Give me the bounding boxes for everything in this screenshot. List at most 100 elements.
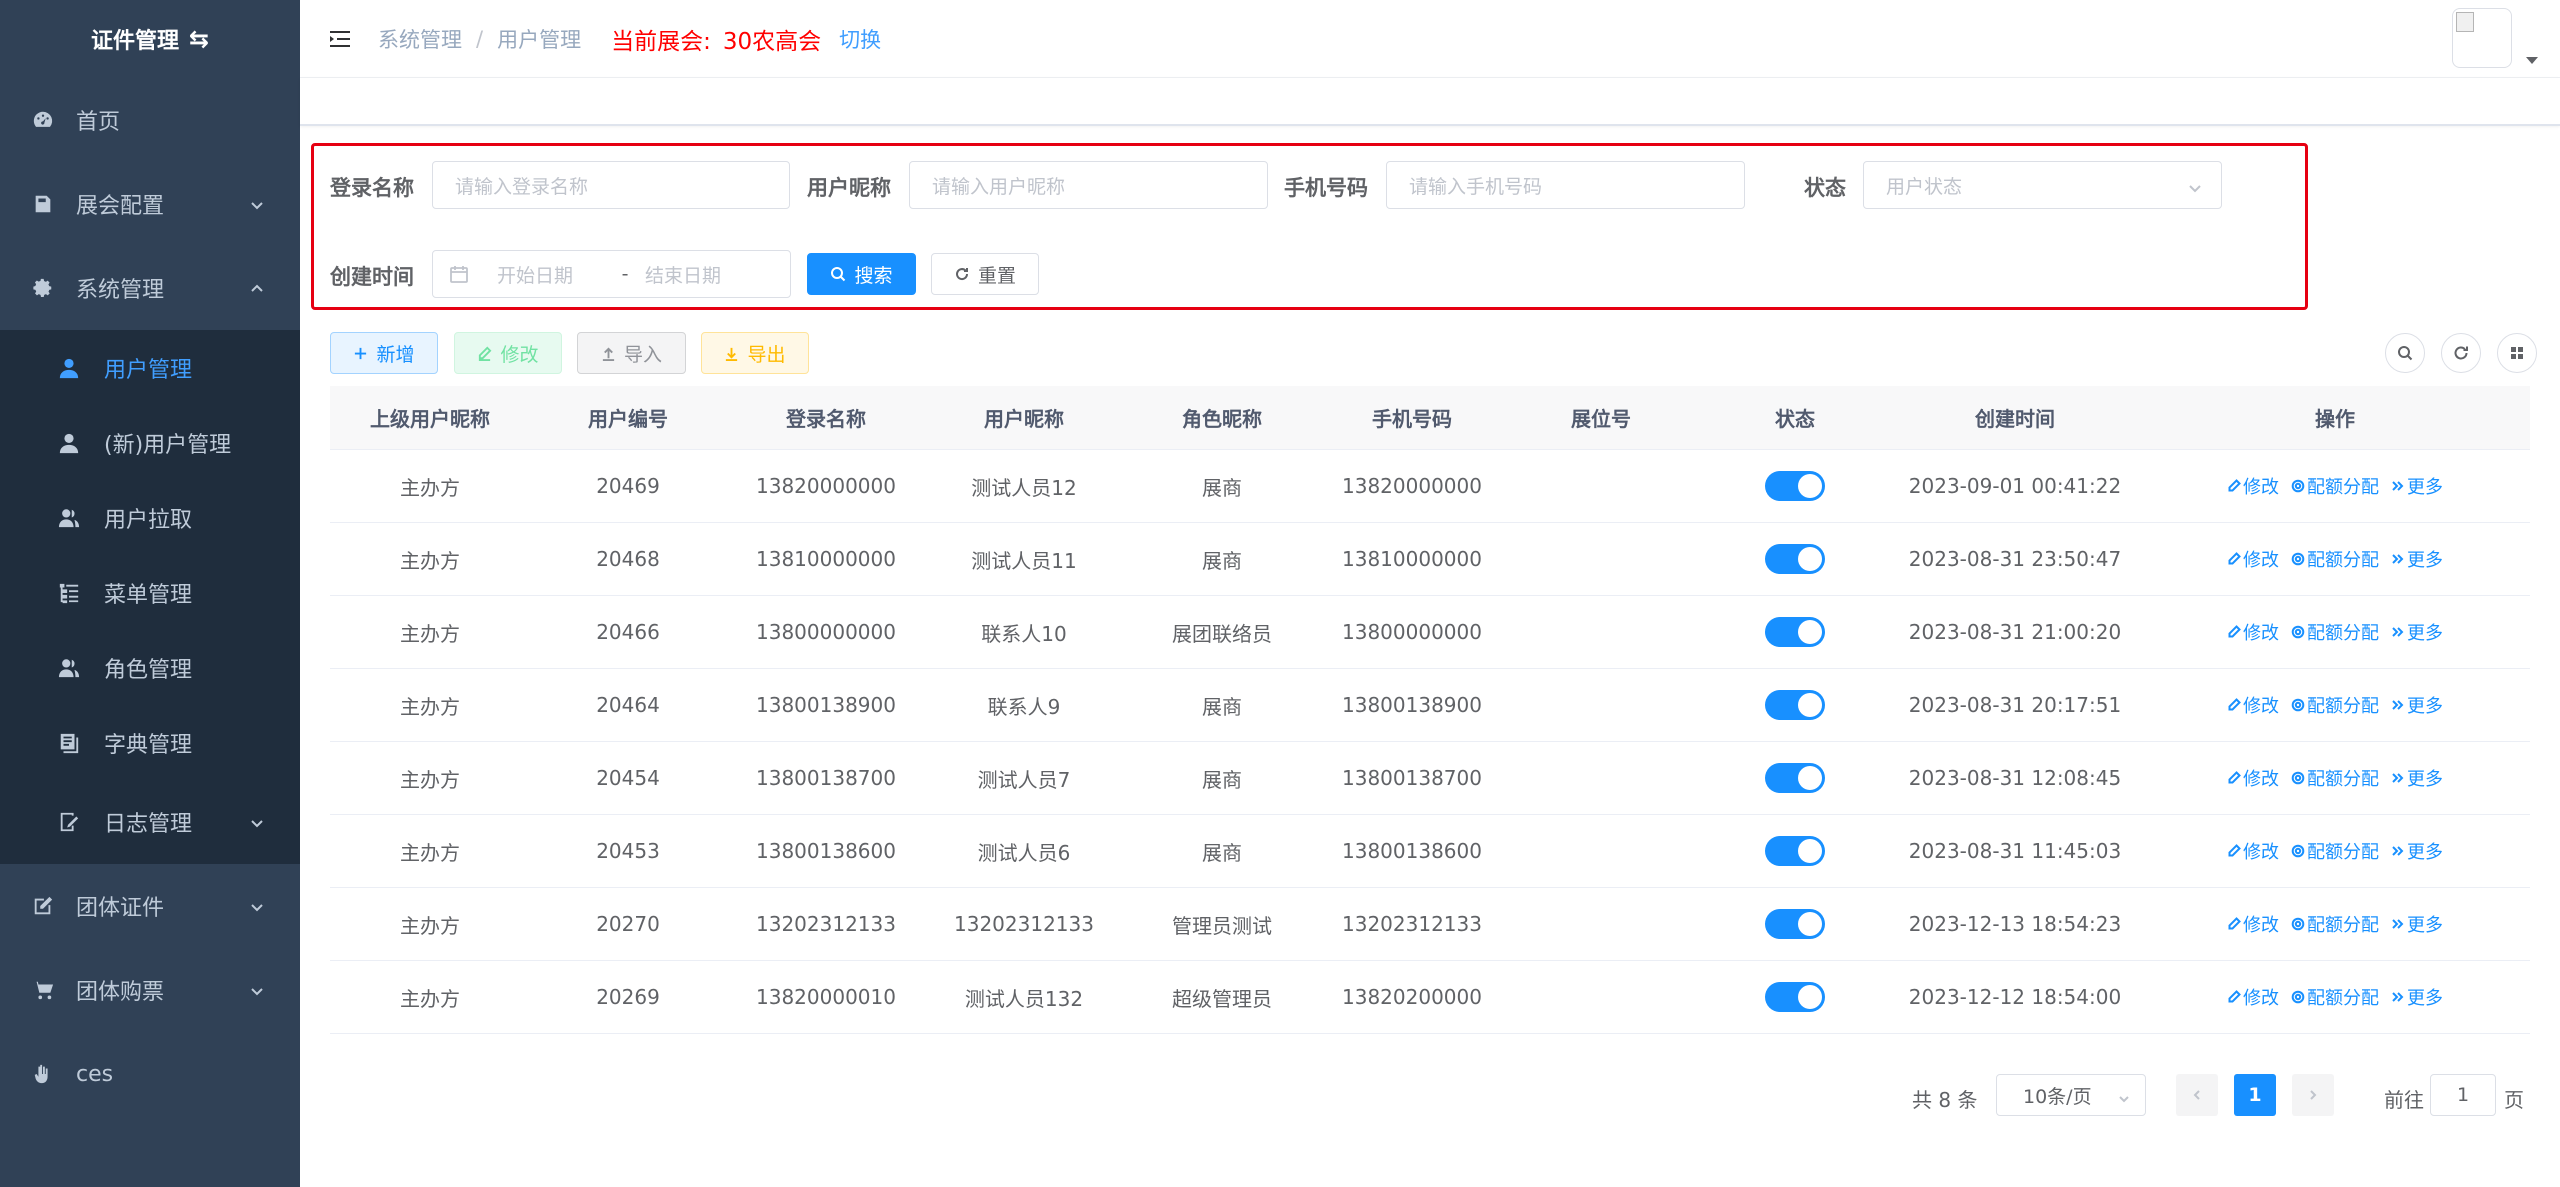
sidebar-item-menu-management[interactable]: 菜单管理	[0, 555, 300, 630]
sidebar-item-system[interactable]: 系统管理	[0, 246, 300, 330]
row-quota-button[interactable]: 配额分配	[2291, 546, 2379, 572]
row-edit-button[interactable]: 修改	[2227, 984, 2279, 1010]
row-edit-label: 修改	[2243, 988, 2279, 1009]
reset-button[interactable]: 重置	[931, 253, 1039, 295]
sidebar-item-user-management[interactable]: 用户管理	[0, 330, 300, 405]
row-more-button[interactable]: 更多	[2391, 546, 2443, 572]
folder-icon	[30, 191, 56, 217]
tree-table-icon	[58, 582, 80, 604]
status-switch[interactable]	[1765, 471, 1825, 501]
sidebar-item-expo-config[interactable]: 展会配置	[0, 162, 300, 246]
login-name-input[interactable]: 请输入登录名称	[432, 161, 790, 209]
row-quota-button[interactable]: 配额分配	[2291, 911, 2379, 937]
sidebar-item-label: 日志管理	[104, 812, 193, 837]
sidebar-item-user-pull[interactable]: 用户拉取	[0, 480, 300, 555]
row-edit-button[interactable]: 修改	[2227, 911, 2279, 937]
sidebar-item-label: (新)用户管理	[104, 432, 232, 458]
table-row[interactable]: 主办方 20468 13810000000 测试人员11 展商 13810000000 20…	[330, 523, 2530, 596]
sidebar-item-group-ticket[interactable]: 团体购票	[0, 948, 300, 1032]
row-quota-button[interactable]: 配额分配	[2291, 765, 2379, 791]
add-button[interactable]: 新增	[330, 332, 438, 374]
sidebar-item-home[interactable]: 首页	[0, 78, 300, 162]
nickname-input[interactable]: 请输入用户昵称	[909, 161, 1268, 209]
status-switch[interactable]	[1765, 544, 1825, 574]
sidebar-item-group-cert[interactable]: 团体证件	[0, 864, 300, 948]
page-size-select[interactable]: 10条/页	[1996, 1074, 2146, 1116]
refresh-table-button[interactable]	[2441, 333, 2481, 373]
actions-cell: 修改 配额分配 更多	[2140, 838, 2530, 864]
table-row[interactable]: 主办方 20454 13800138700 测试人员7 展商 13800138700 202…	[330, 742, 2530, 815]
created-date-range[interactable]: 开始日期 - 结束日期	[432, 250, 791, 298]
sidebar-item-role-management[interactable]: 角色管理	[0, 630, 300, 705]
status-switch[interactable]	[1765, 982, 1825, 1012]
table-row[interactable]: 主办方 20269 13820000010 测试人员132 超级管理员 138202000…	[330, 961, 2530, 1034]
row-quota-button[interactable]: 配额分配	[2291, 984, 2379, 1010]
table-row[interactable]: 主办方 20270 13202312133 13202312133 管理员测试 13202…	[330, 888, 2530, 961]
toggle-search-button[interactable]	[2385, 333, 2425, 373]
switch-expo-link[interactable]: 切换	[839, 24, 881, 54]
row-more-button[interactable]: 更多	[2391, 692, 2443, 718]
row-edit-button[interactable]: 修改	[2227, 473, 2279, 499]
next-page-button[interactable]	[2292, 1074, 2334, 1116]
row-quota-button[interactable]: 配额分配	[2291, 838, 2379, 864]
hamburger-icon[interactable]	[326, 25, 354, 53]
login-name-cell: 13820000000	[756, 474, 896, 498]
user-dropdown[interactable]	[2452, 8, 2538, 68]
phone-input[interactable]: 请输入手机号码	[1386, 161, 1745, 209]
sidebar-item-ces[interactable]: ces	[0, 1032, 300, 1116]
row-more-button[interactable]: 更多	[2391, 619, 2443, 645]
user-icon	[58, 432, 80, 454]
prev-page-button[interactable]	[2176, 1074, 2218, 1116]
row-quota-button[interactable]: 配额分配	[2291, 619, 2379, 645]
status-switch[interactable]	[1765, 617, 1825, 647]
status-switch[interactable]	[1765, 836, 1825, 866]
export-button[interactable]: 导出	[701, 332, 809, 374]
row-more-button[interactable]: 更多	[2391, 838, 2443, 864]
row-more-button[interactable]: 更多	[2391, 911, 2443, 937]
table-row[interactable]: 主办方 20469 13820000000 测试人员12 展商 13820000000 20…	[330, 450, 2530, 523]
sidebar-title[interactable]: 证件管理 ⇆	[0, 0, 300, 78]
goto-page-input[interactable]: 1	[2430, 1074, 2496, 1116]
edit-icon	[30, 893, 56, 919]
avatar[interactable]	[2452, 8, 2512, 68]
login-name-cell: 13810000000	[756, 547, 896, 571]
row-edit-button[interactable]: 修改	[2227, 765, 2279, 791]
user-icon	[58, 357, 80, 379]
row-quota-button[interactable]: 配额分配	[2291, 473, 2379, 499]
row-quota-button[interactable]: 配额分配	[2291, 692, 2379, 718]
swap-icon[interactable]: ⇆	[189, 25, 209, 53]
table-row[interactable]: 主办方 20453 13800138600 测试人员6 展商 13800138600 202…	[330, 815, 2530, 888]
row-more-button[interactable]: 更多	[2391, 984, 2443, 1010]
table-row[interactable]: 主办方 20464 13800138900 联系人9 展商 13800138900 2023…	[330, 669, 2530, 742]
breadcrumb-item[interactable]: 系统管理	[378, 24, 462, 54]
row-edit-button[interactable]: 修改	[2227, 546, 2279, 572]
start-date-placeholder[interactable]: 开始日期	[497, 261, 605, 288]
columns-toggle-button[interactable]	[2497, 333, 2537, 373]
row-edit-label: 修改	[2243, 550, 2279, 571]
search-button[interactable]: 搜索	[807, 253, 916, 295]
page-number-button[interactable]: 1	[2234, 1074, 2276, 1116]
sidebar-item-log-management[interactable]: 日志管理	[0, 780, 300, 864]
status-switch[interactable]	[1765, 763, 1825, 793]
import-button[interactable]: 导入	[577, 332, 686, 374]
row-edit-button[interactable]: 修改	[2227, 692, 2279, 718]
end-date-placeholder[interactable]: 结束日期	[645, 261, 753, 288]
row-edit-button[interactable]: 修改	[2227, 619, 2279, 645]
row-edit-button[interactable]: 修改	[2227, 838, 2279, 864]
table-row[interactable]: 主办方 20466 13800000000 联系人10 展团联络员 13800000000…	[330, 596, 2530, 669]
sidebar-item-dict-management[interactable]: 字典管理	[0, 705, 300, 780]
status-switch[interactable]	[1765, 909, 1825, 939]
breadcrumb-item: 用户管理	[497, 27, 582, 52]
status-switch[interactable]	[1765, 690, 1825, 720]
row-more-button[interactable]: 更多	[2391, 473, 2443, 499]
row-more-label: 更多	[2407, 988, 2443, 1009]
sidebar-item-new-user-management[interactable]: (新)用户管理	[0, 405, 300, 480]
user-id-cell: 20454	[596, 766, 660, 790]
phone-cell: 13820200000	[1342, 985, 1482, 1009]
row-more-button[interactable]: 更多	[2391, 765, 2443, 791]
status-select[interactable]: 用户状态	[1863, 161, 2222, 209]
parent-nickname-cell: 主办方	[400, 621, 460, 646]
column-header: 操作	[2315, 407, 2355, 431]
row-more-label: 更多	[2407, 696, 2443, 717]
edit-button[interactable]: 修改	[454, 332, 562, 374]
